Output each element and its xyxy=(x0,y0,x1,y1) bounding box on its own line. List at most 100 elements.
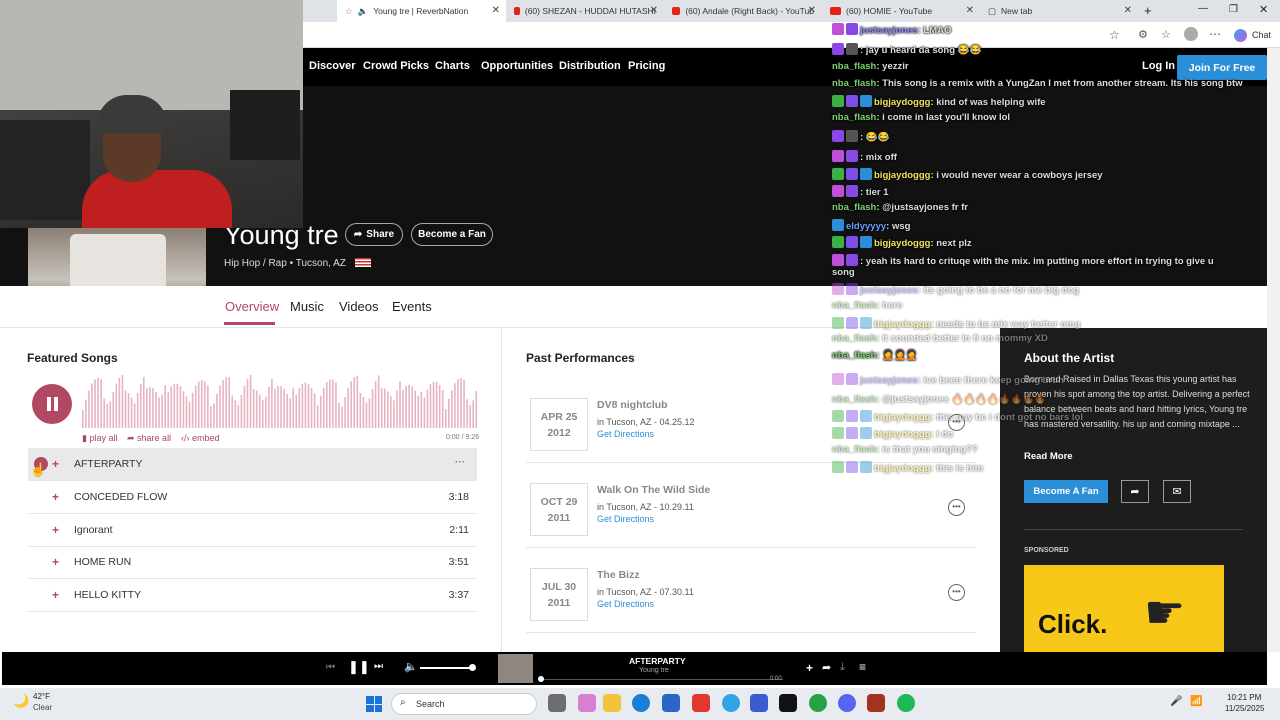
venue-name[interactable]: The Bizz xyxy=(597,569,640,581)
become-fan-button[interactable]: Become a Fan xyxy=(411,223,493,246)
get-directions-link[interactable]: Get Directions xyxy=(597,514,654,524)
tab-videos[interactable]: Videos xyxy=(339,299,379,314)
close-icon[interactable]: ✕ xyxy=(650,5,658,16)
progress-handle[interactable] xyxy=(538,676,544,682)
song-menu-icon[interactable]: ⋯ xyxy=(455,456,466,468)
tab-overview[interactable]: Overview xyxy=(225,299,279,314)
chat-username[interactable]: nba_flash xyxy=(832,444,876,455)
tab-youtube-2[interactable]: (60) Andale (Right Back) - YouTub ✕ xyxy=(664,0,822,22)
maximize-icon[interactable]: ❐ xyxy=(1229,4,1238,15)
nav-discover[interactable]: Discover xyxy=(309,60,355,72)
tiktok-icon[interactable] xyxy=(779,694,797,712)
chat-username[interactable]: bigjaydoggg xyxy=(874,463,930,474)
pause-button[interactable] xyxy=(32,384,72,424)
get-directions-link[interactable]: Get Directions xyxy=(597,599,654,609)
song-row[interactable]: + HELLO KITTY 3:37 xyxy=(28,579,477,612)
share-icon[interactable]: ➦ xyxy=(822,661,831,674)
spotify-icon[interactable] xyxy=(897,694,915,712)
download-icon[interactable]: ⤓ xyxy=(840,661,845,674)
progress-bar[interactable] xyxy=(539,679,783,680)
app-icon[interactable] xyxy=(692,694,710,712)
chat-username[interactable]: justsayjones xyxy=(860,285,918,296)
song-row[interactable]: + CONCEDED FLOW 3:18 xyxy=(28,481,477,514)
nav-crowd-picks[interactable]: Crowd Picks xyxy=(363,60,429,72)
xbox-icon[interactable] xyxy=(809,694,827,712)
window-close-icon[interactable]: ✕ xyxy=(1259,3,1268,16)
chat-username[interactable]: bigjaydoggg xyxy=(874,319,930,330)
nav-charts[interactable]: Charts xyxy=(435,60,470,72)
share-icon[interactable]: ➦ xyxy=(1121,480,1149,503)
venue-name[interactable]: DV8 nightclub xyxy=(597,399,668,411)
queue-icon[interactable]: ≡ xyxy=(859,660,866,674)
chat-username[interactable]: nba_flash xyxy=(832,202,876,213)
song-row[interactable]: + HOME RUN 3:51 xyxy=(28,546,477,579)
tab-youtube-1[interactable]: (60) SHEZAN - HUDDAI HUTASHI ✕ xyxy=(506,0,664,22)
volume-handle[interactable] xyxy=(469,664,476,671)
prev-icon[interactable]: ⏮ xyxy=(326,662,335,673)
tab-events[interactable]: Events xyxy=(392,299,432,314)
become-a-fan-button[interactable]: Become A Fan xyxy=(1024,480,1108,503)
venue-name[interactable]: Walk On The Wild Side xyxy=(597,484,710,496)
tab-reverbnation[interactable]: ☆ 🔈 Young tre | ReverbNation ✕ xyxy=(337,0,506,22)
more-options-icon[interactable]: ••• xyxy=(948,499,965,516)
mail-icon[interactable]: ✉ xyxy=(1163,480,1191,503)
mail-app-icon[interactable] xyxy=(750,694,768,712)
song-row[interactable]: + AFTERPARTY ⋯ xyxy=(28,448,477,481)
add-icon[interactable]: + xyxy=(806,661,813,675)
add-icon[interactable]: + xyxy=(52,555,59,569)
chat-username[interactable]: justsayjones xyxy=(860,25,918,36)
chat-username[interactable]: nba_flash xyxy=(832,394,876,405)
chat-username[interactable]: eldyyyyy xyxy=(846,221,886,232)
share-all-link[interactable]: ➦ share all xyxy=(127,433,171,444)
close-icon[interactable]: ✕ xyxy=(808,5,816,16)
discord-icon[interactable] xyxy=(838,694,856,712)
pause-icon[interactable]: ❚❚ xyxy=(348,659,370,675)
next-icon[interactable]: ⏭ xyxy=(374,661,383,672)
add-icon[interactable]: + xyxy=(52,588,59,602)
nav-opportunities[interactable]: Opportunities xyxy=(481,60,553,72)
wifi-icon[interactable]: 📶 xyxy=(1190,696,1202,707)
minimize-icon[interactable]: — xyxy=(1198,3,1208,14)
mic-icon[interactable]: 🎤 xyxy=(1170,696,1182,707)
chat-username[interactable]: bigjaydoggg xyxy=(874,97,930,108)
sponsored-ad[interactable]: Click. ☛ xyxy=(1024,565,1224,655)
add-icon[interactable]: + xyxy=(52,490,59,504)
chat-username[interactable]: nba_flash xyxy=(832,61,876,72)
chat-username[interactable]: nba_flash xyxy=(832,333,876,344)
volume-slider[interactable] xyxy=(420,667,472,669)
store-icon[interactable] xyxy=(662,694,680,712)
file-explorer-icon[interactable] xyxy=(603,694,621,712)
app-icon[interactable] xyxy=(722,694,740,712)
chat-username[interactable]: bigjaydoggg xyxy=(874,238,930,249)
play-all-link[interactable]: ▮ play all xyxy=(82,433,117,444)
nav-pricing[interactable]: Pricing xyxy=(628,60,665,72)
chat-username[interactable]: bigjaydoggg xyxy=(874,429,930,440)
chat-username[interactable]: nba_flash xyxy=(832,350,876,361)
tab-youtube-3[interactable]: (60) HOMIE - YouTube ✕ xyxy=(822,0,980,22)
copilot-app-icon[interactable] xyxy=(578,694,596,712)
taskbar-search[interactable]: ⌕ Search xyxy=(391,693,537,715)
volume-icon[interactable]: 🔈 xyxy=(404,660,418,673)
chat-username[interactable]: nba_flash xyxy=(832,300,876,311)
close-icon[interactable]: ✕ xyxy=(1124,5,1132,16)
close-icon[interactable]: ✕ xyxy=(492,5,500,16)
edge-icon[interactable] xyxy=(632,694,650,712)
waveform[interactable] xyxy=(82,370,478,428)
add-icon[interactable]: + xyxy=(52,457,59,471)
embed-link[interactable]: ‹/› embed xyxy=(181,433,220,443)
chat-username[interactable]: nba_flash xyxy=(832,78,876,89)
chat-username[interactable]: justsayjones xyxy=(860,375,918,386)
chat-username[interactable]: bigjaydoggg xyxy=(874,412,930,423)
share-button[interactable]: ➦ Share xyxy=(345,223,403,246)
close-icon[interactable]: ✕ xyxy=(966,5,974,16)
windows-start-icon[interactable] xyxy=(366,696,382,712)
chat-username[interactable]: nba_flash xyxy=(832,112,876,123)
nav-distribution[interactable]: Distribution xyxy=(559,60,621,72)
get-directions-link[interactable]: Get Directions xyxy=(597,429,654,439)
tab-new[interactable]: ▢ New tab ✕ xyxy=(980,0,1138,22)
add-icon[interactable]: + xyxy=(52,523,59,537)
song-row[interactable]: + Ignorant 2:11 xyxy=(28,514,477,547)
chat-username[interactable]: bigjaydoggg xyxy=(874,170,930,181)
task-view-icon[interactable] xyxy=(548,694,566,712)
tab-music[interactable]: Music xyxy=(290,299,324,314)
